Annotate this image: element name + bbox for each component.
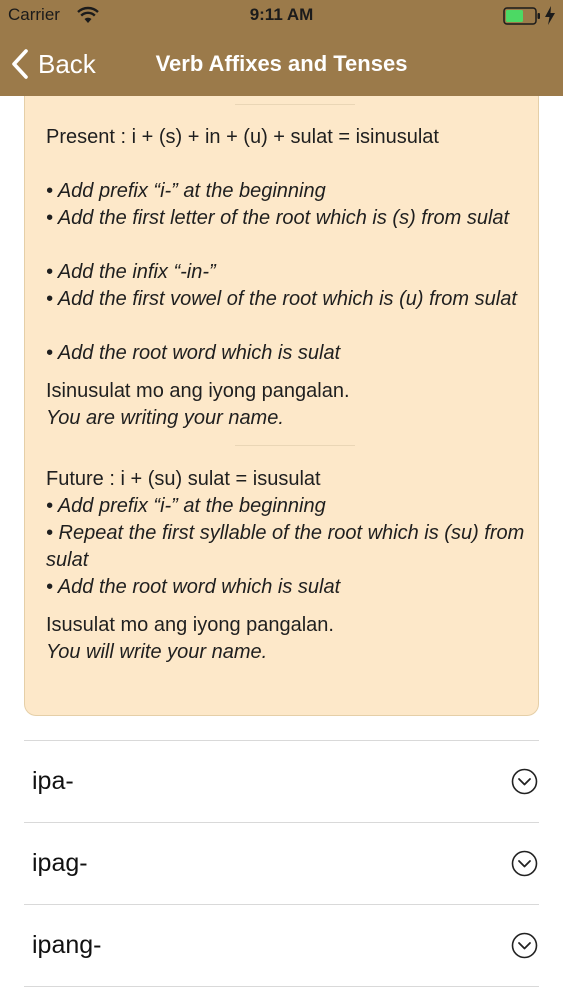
- list-item-label: ipa-: [32, 767, 74, 795]
- affix-detail-card: Present : i + (s) + in + (u) + sulat = i…: [24, 96, 539, 716]
- present-step: • Add the first vowel of the root which …: [46, 288, 517, 310]
- page-title: Verb Affixes and Tenses: [155, 51, 408, 76]
- list-item-label: ipang-: [32, 931, 102, 959]
- future-translation: You will write your name.: [46, 641, 268, 663]
- chevron-down-circle-icon[interactable]: [511, 932, 538, 959]
- list-item[interactable]: ipang-: [24, 905, 539, 986]
- status-bar: Carrier 9:11 AM: [0, 0, 563, 32]
- charging-icon: [545, 6, 555, 25]
- present-step: • Add the root word which is sulat: [46, 342, 341, 364]
- battery-icon: [503, 7, 540, 25]
- future-step: • Repeat the first syllable of the root …: [46, 522, 525, 571]
- status-time: 9:11 AM: [249, 5, 314, 24]
- list-item-label: ipag-: [32, 849, 88, 877]
- present-step: • Add the infix “-in-”: [46, 261, 216, 283]
- chevron-down-circle-icon[interactable]: [511, 768, 538, 795]
- present-heading: Present : i + (s) + in + (u) + sulat = i…: [46, 126, 439, 148]
- future-example: Isusulat mo ang iyong pangalan.: [46, 614, 334, 636]
- present-step: • Add prefix “i-” at the beginning: [46, 180, 326, 202]
- present-step: • Add the first letter of the root which…: [46, 207, 510, 229]
- navigation-bar: Back Verb Affixes and Tenses: [0, 32, 563, 96]
- future-step: • Add prefix “i-” at the beginning: [46, 495, 326, 517]
- list-item[interactable]: ipa-: [24, 741, 539, 822]
- list-separator: [24, 986, 539, 987]
- present-example: Isinusulat mo ang iyong pangalan.: [46, 380, 350, 402]
- chevron-down-circle-icon[interactable]: [511, 850, 538, 877]
- future-heading: Future : i + (su) sulat = isusulat: [46, 468, 321, 490]
- list-item[interactable]: ipag-: [24, 823, 539, 904]
- divider: [235, 104, 355, 105]
- future-step: • Add the root word which is sulat: [46, 576, 341, 598]
- top-bar: Carrier 9:11 AM Back Verb Affixes and Te…: [0, 0, 563, 96]
- divider: [235, 445, 355, 446]
- present-translation: You are writing your name.: [46, 407, 284, 429]
